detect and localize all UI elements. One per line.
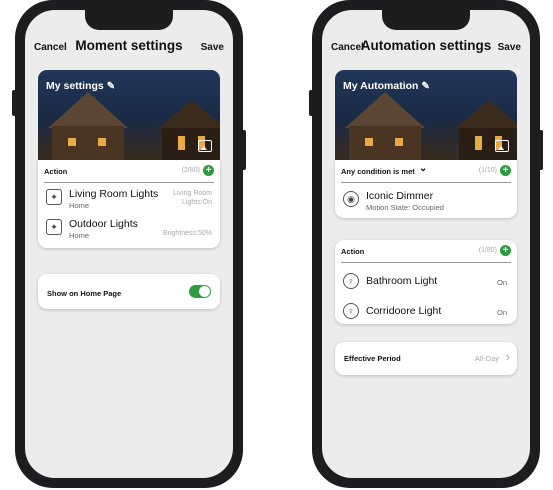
pencil-icon[interactable]: ✎ xyxy=(421,81,429,92)
image-icon[interactable] xyxy=(495,140,509,152)
device-state: On xyxy=(496,278,507,287)
house-window xyxy=(178,136,185,150)
dimmer-icon: ◉ xyxy=(343,191,359,207)
action-label: Action xyxy=(44,167,68,176)
chevron-right-icon: › xyxy=(505,349,510,364)
cover-image[interactable]: My Automation ✎ xyxy=(335,70,517,160)
cover-image[interactable]: My settings ✎ xyxy=(38,70,220,160)
house-window xyxy=(68,138,76,146)
action-header: Action (1/80) + xyxy=(341,240,511,263)
action-count: (1/80) xyxy=(478,247,497,254)
period-label: Effective Period xyxy=(344,354,401,363)
device-name: Iconic Dimmer xyxy=(366,190,434,202)
list-item[interactable]: ♀ Corridoore Light On xyxy=(335,297,517,327)
effective-period-row[interactable]: Effective Period All-Day › xyxy=(335,342,517,375)
device-name: Bathroom Light xyxy=(366,275,438,287)
header: Cancel Moment settings Save xyxy=(25,38,233,60)
list-item[interactable]: ✦ Living Room Lights Home Living Room Lig… xyxy=(38,183,220,213)
house-roof xyxy=(156,100,220,130)
device-room: Home xyxy=(69,201,90,210)
screen-moment: Cancel Moment settings Save My settings ✎… xyxy=(25,10,233,478)
device-state: Motion State: Occupied xyxy=(366,203,444,212)
add-action-button[interactable]: + xyxy=(500,245,511,256)
light-scene-icon: ✦ xyxy=(46,219,62,235)
device-status: Living Room Lights:On xyxy=(173,189,212,207)
house-roof xyxy=(345,92,425,128)
house-body xyxy=(349,126,421,160)
condition-label: Any condition is met xyxy=(341,167,415,176)
list-item[interactable]: ◉ Iconic Dimmer Motion State: Occupied xyxy=(335,183,517,217)
automation-name-text: My Automation xyxy=(343,80,419,92)
status-line: Living Room xyxy=(173,190,212,197)
header: Cancel Automation settings Save xyxy=(322,38,530,60)
device-state: On xyxy=(496,308,507,317)
phone-automation: Cancel Automation settings Save My Autom… xyxy=(309,0,543,488)
house-window xyxy=(365,138,373,146)
power-button xyxy=(242,130,246,170)
scene-name-text: My settings xyxy=(46,80,104,92)
notch xyxy=(382,8,470,30)
save-button[interactable]: Save xyxy=(201,42,224,53)
phone-moment: Cancel Moment settings Save My settings ✎… xyxy=(12,0,246,488)
device-room: Home xyxy=(69,231,90,240)
automation-name[interactable]: My Automation ✎ xyxy=(343,80,430,92)
condition-card: Any condition is met ⌄ (1/10) + ◉ Iconic… xyxy=(335,160,517,218)
action-card: Action (1/80) + ♀ Bathroom Light On ♀ Co… xyxy=(335,240,517,324)
house-window xyxy=(98,138,106,146)
action-card: Action (2/80) + ✦ Living Room Lights Hom… xyxy=(38,160,220,248)
add-condition-button[interactable]: + xyxy=(500,165,511,176)
power-button xyxy=(539,130,543,170)
volume-button xyxy=(309,90,313,116)
house-window xyxy=(475,136,482,150)
pencil-icon[interactable]: ✎ xyxy=(107,81,115,92)
device-name: Outdoor Lights xyxy=(69,218,138,230)
device-name: Corridoore Light xyxy=(366,305,442,317)
house-body xyxy=(52,126,124,160)
add-action-button[interactable]: + xyxy=(203,165,214,176)
list-item[interactable]: ♀ Bathroom Light On xyxy=(335,267,517,297)
show-home-card: Show on Home Page xyxy=(38,274,220,309)
device-status: Brightness:50% xyxy=(162,230,212,237)
show-home-label: Show on Home Page xyxy=(47,289,122,298)
house-roof xyxy=(453,100,517,130)
scene-name[interactable]: My settings ✎ xyxy=(46,80,115,92)
list-item[interactable]: ✦ Outdoor Lights Home Brightness:50% xyxy=(38,213,220,243)
light-scene-icon: ✦ xyxy=(46,189,62,205)
chevron-down-icon[interactable]: ⌄ xyxy=(419,163,427,174)
action-label: Action xyxy=(341,247,365,256)
status-line: Lights:On xyxy=(182,199,212,206)
volume-button xyxy=(12,90,16,116)
house-roof xyxy=(48,92,128,128)
house-window xyxy=(395,138,403,146)
save-button[interactable]: Save xyxy=(498,42,521,53)
device-name: Living Room Lights xyxy=(69,188,159,200)
period-value: All-Day xyxy=(474,354,499,363)
notch xyxy=(85,8,173,30)
action-count: (2/80) xyxy=(181,167,200,174)
image-icon[interactable] xyxy=(198,140,212,152)
light-bulb-icon: ♀ xyxy=(343,303,359,319)
action-header: Action (2/80) + xyxy=(44,160,214,183)
condition-header[interactable]: Any condition is met ⌄ (1/10) + xyxy=(341,160,511,183)
light-bulb-icon: ♀ xyxy=(343,273,359,289)
condition-count: (1/10) xyxy=(478,167,497,174)
show-home-toggle[interactable] xyxy=(189,285,211,298)
screen-automation: Cancel Automation settings Save My Autom… xyxy=(322,10,530,478)
